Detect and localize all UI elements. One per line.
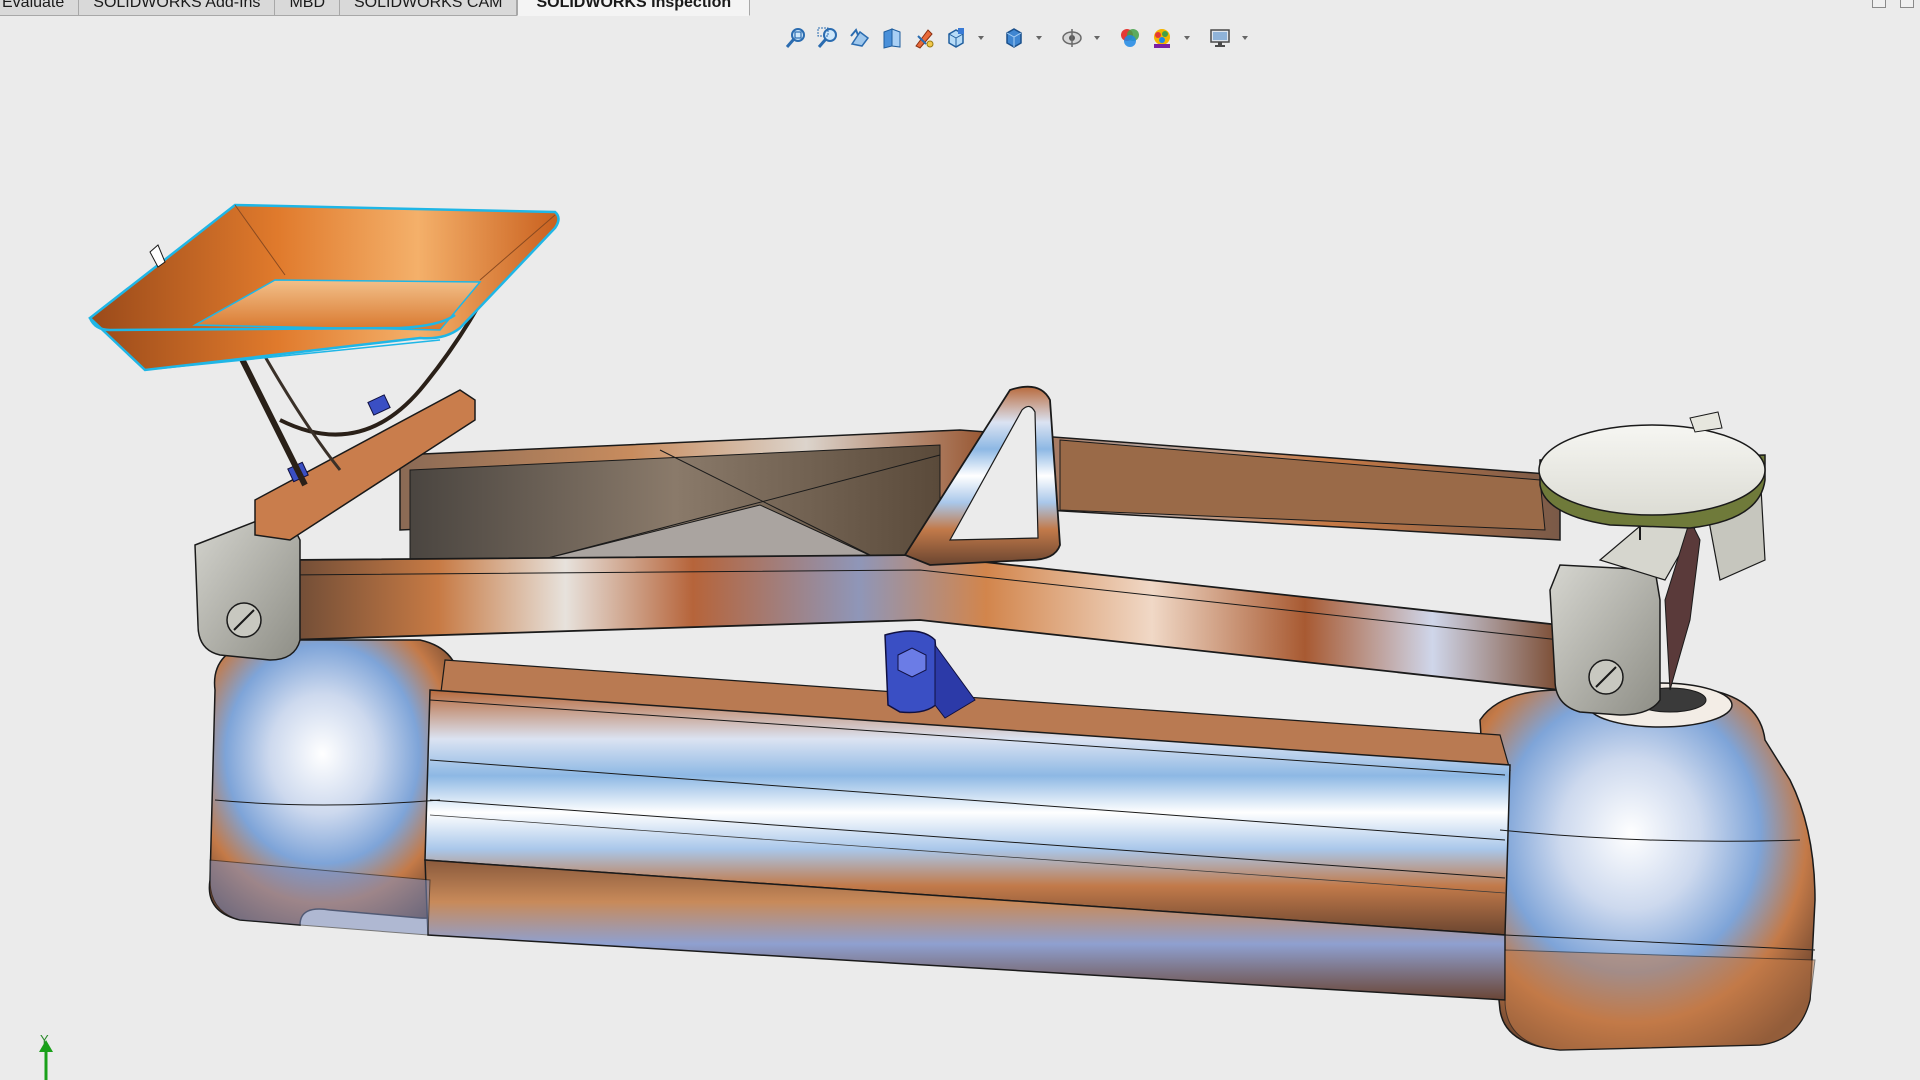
previous-view-icon[interactable] [846, 24, 874, 52]
hide-show-items-icon[interactable] [1058, 24, 1086, 52]
tab-evaluate[interactable]: Evaluate [0, 0, 80, 16]
apply-scene-icon[interactable] [1148, 24, 1176, 52]
zoom-to-fit-icon[interactable] [782, 24, 810, 52]
view-orientation-icon[interactable] [942, 24, 970, 52]
view-settings-icon[interactable] [1206, 24, 1234, 52]
maximize-viewport-button[interactable] [1900, 0, 1914, 8]
tab-solidworks-inspection[interactable]: SOLIDWORKS Inspection [517, 0, 751, 16]
weighing-pan[interactable] [88, 203, 560, 487]
display-style-icon[interactable] [1000, 24, 1028, 52]
dynamic-annotation-views-icon[interactable] [910, 24, 938, 52]
tab-mbd[interactable]: MBD [275, 0, 340, 16]
edit-appearance-icon[interactable] [1116, 24, 1144, 52]
command-manager-tabs: Evaluate SOLIDWORKS Add-Ins MBD SOLIDWOR… [0, 0, 751, 16]
view-settings-dropdown-icon[interactable] [1238, 24, 1252, 52]
section-view-icon[interactable] [878, 24, 906, 52]
graphics-area[interactable] [0, 60, 1920, 1080]
triad-y-label: Y [40, 1032, 49, 1047]
apply-scene-dropdown-icon[interactable] [1180, 24, 1194, 52]
hide-show-dropdown-icon[interactable] [1090, 24, 1104, 52]
tab-solidworks-add-ins[interactable]: SOLIDWORKS Add-Ins [79, 0, 276, 16]
restore-viewport-button[interactable] [1872, 0, 1886, 8]
view-orientation-dropdown-icon[interactable] [974, 24, 988, 52]
heads-up-view-toolbar [782, 24, 1252, 52]
tab-solidworks-cam[interactable]: SOLIDWORKS CAM [340, 0, 518, 16]
zoom-to-area-icon[interactable] [814, 24, 842, 52]
solidworks-window: Evaluate SOLIDWORKS Add-Ins MBD SOLIDWOR… [0, 0, 1920, 1080]
display-style-dropdown-icon[interactable] [1032, 24, 1046, 52]
viewport-window-controls [1872, 0, 1920, 8]
